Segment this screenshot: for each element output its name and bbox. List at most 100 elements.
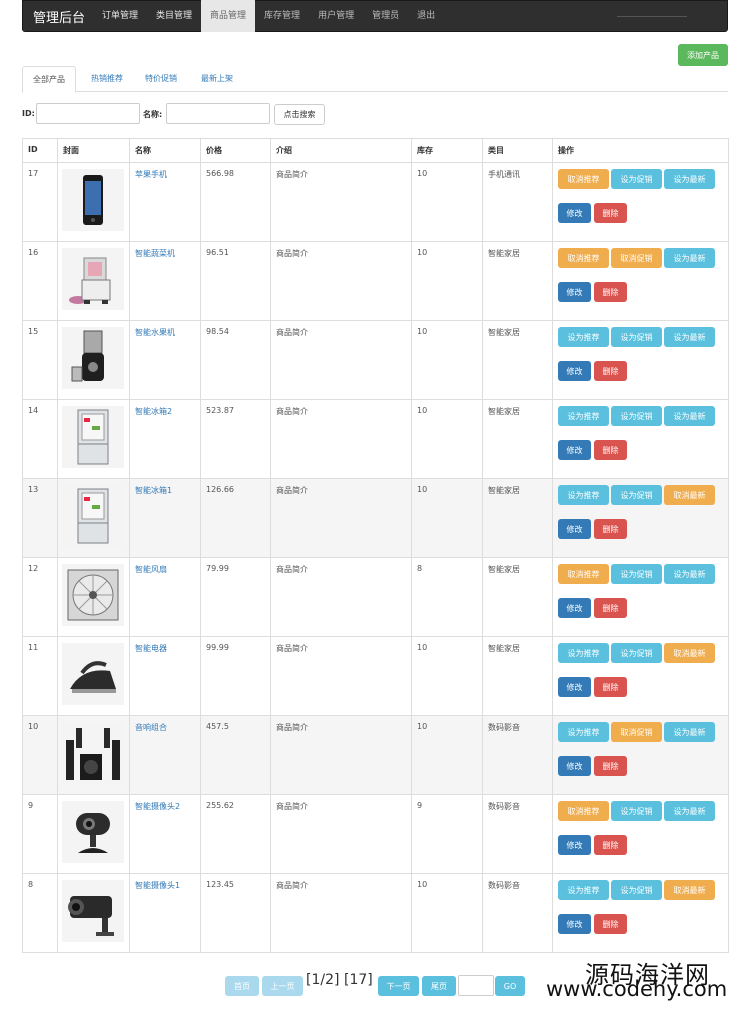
delete-button[interactable]: 删除 [594,677,627,697]
delete-button[interactable]: 删除 [594,361,627,381]
newest-toggle-button[interactable]: 设为最新 [664,801,715,821]
newest-toggle-button[interactable]: 设为最新 [664,406,715,426]
delete-button[interactable]: 删除 [594,756,627,776]
next-page-button[interactable]: 下一页 [378,976,419,996]
newest-toggle-button[interactable]: 设为最新 [664,722,715,742]
nav-item-inventory[interactable]: 库存管理 [255,0,309,32]
edit-button[interactable]: 修改 [558,756,591,776]
cell-intro: 商品简介 [270,478,412,558]
fridge-image [62,485,124,547]
newest-toggle-button[interactable]: 设为最新 [664,327,715,347]
promo-toggle-button[interactable]: 设为促销 [611,801,662,821]
recommend-toggle-button[interactable]: 设为推荐 [558,406,609,426]
delete-button[interactable]: 删除 [594,203,627,223]
last-page-button[interactable]: 尾页 [422,976,456,996]
cell-cover [57,557,130,637]
tab-new-arrivals[interactable]: 最新上架 [190,66,244,92]
go-button[interactable]: GO [495,976,525,996]
recommend-toggle-button[interactable]: 设为推荐 [558,722,609,742]
promo-toggle-button[interactable]: 设为促销 [611,406,662,426]
promo-toggle-button[interactable]: 设为促销 [611,327,662,347]
delete-button[interactable]: 删除 [594,282,627,302]
top-navbar: 管理后台 订单管理 类目管理 商品管理 库存管理 用户管理 管理员 退出 [22,0,728,32]
name-search-label: 名称: [143,110,163,119]
cell-intro: 商品简介 [270,715,412,795]
page-jump-input[interactable] [458,975,494,996]
cell-cover [57,399,130,479]
cell-category: 手机通讯 [482,162,553,242]
delete-button[interactable]: 删除 [594,835,627,855]
newest-toggle-button[interactable]: 取消最新 [664,880,715,900]
table-row: 8 智能摄像头1 123.45 商品简介 10 数码影音 设为推荐 设为促销 取消最新 修改 删除 [22,873,729,953]
delete-button[interactable]: 删除 [594,598,627,618]
nav-item-categories[interactable]: 类目管理 [147,0,201,32]
nav-item-admins[interactable]: 管理员 [363,0,408,32]
search-button[interactable]: 点击搜索 [274,104,325,125]
cell-name: 智能摄像头1 [129,873,201,953]
newest-toggle-button[interactable]: 取消最新 [664,643,715,663]
newest-toggle-button[interactable]: 设为最新 [664,564,715,584]
recommend-toggle-button[interactable]: 取消推荐 [558,248,609,268]
newest-toggle-button[interactable]: 设为最新 [664,248,715,268]
product-name-link[interactable]: 智能风扇 [135,565,167,574]
edit-button[interactable]: 修改 [558,598,591,618]
recommend-toggle-button[interactable]: 设为推荐 [558,880,609,900]
product-name-link[interactable]: 智能水果机 [135,328,175,337]
promo-toggle-button[interactable]: 设为促销 [611,169,662,189]
product-name-link[interactable]: 音响组合 [135,723,167,732]
recommend-toggle-button[interactable]: 取消推荐 [558,169,609,189]
name-search-input[interactable] [166,103,270,124]
recommend-toggle-button[interactable]: 设为推荐 [558,643,609,663]
brand-title[interactable]: 管理后台 [23,7,93,26]
edit-button[interactable]: 修改 [558,835,591,855]
total-count: [17] [344,972,373,988]
tab-all-products[interactable]: 全部产品 [22,66,76,93]
navbar-divider [617,15,687,17]
prev-page-button[interactable]: 上一页 [262,976,303,996]
first-page-button[interactable]: 首页 [225,976,259,996]
id-search-input[interactable] [36,103,140,124]
product-name-link[interactable]: 智能电器 [135,644,167,653]
nav-item-users[interactable]: 用户管理 [309,0,363,32]
delete-button[interactable]: 删除 [594,440,627,460]
recommend-toggle-button[interactable]: 取消推荐 [558,564,609,584]
newest-toggle-button[interactable]: 取消最新 [664,485,715,505]
edit-button[interactable]: 修改 [558,519,591,539]
edit-button[interactable]: 修改 [558,677,591,697]
recommend-toggle-button[interactable]: 取消推荐 [558,801,609,821]
promo-toggle-button[interactable]: 取消促销 [611,248,662,268]
product-name-link[interactable]: 苹果手机 [135,170,167,179]
edit-button[interactable]: 修改 [558,282,591,302]
recommend-toggle-button[interactable]: 设为推荐 [558,485,609,505]
delete-button[interactable]: 删除 [594,914,627,934]
product-name-link[interactable]: 智能冰箱1 [135,486,172,495]
promo-toggle-button[interactable]: 设为促销 [611,564,662,584]
promo-toggle-button[interactable]: 设为促销 [611,485,662,505]
tab-special-promo[interactable]: 特价促销 [134,66,188,92]
nav-item-logout[interactable]: 退出 [408,0,444,32]
product-name-link[interactable]: 智能冰箱2 [135,407,172,416]
tab-hot-recommend[interactable]: 热销推荐 [80,66,134,92]
nav-item-products[interactable]: 商品管理 [201,0,256,32]
cell-actions: 设为推荐 取消促销 设为最新修改 删除 [552,715,729,795]
edit-button[interactable]: 修改 [558,440,591,460]
delete-button[interactable]: 删除 [594,519,627,539]
promo-toggle-button[interactable]: 设为促销 [611,643,662,663]
cell-intro: 商品简介 [270,873,412,953]
edit-button[interactable]: 修改 [558,914,591,934]
edit-button[interactable]: 修改 [558,203,591,223]
cell-id: 8 [22,873,58,953]
promo-toggle-button[interactable]: 设为促销 [611,880,662,900]
edit-button[interactable]: 修改 [558,361,591,381]
recommend-toggle-button[interactable]: 设为推荐 [558,327,609,347]
nav-item-orders[interactable]: 订单管理 [93,0,147,32]
newest-toggle-button[interactable]: 设为最新 [664,169,715,189]
cell-price: 523.87 [200,399,271,479]
cell-id: 15 [22,320,58,400]
promo-toggle-button[interactable]: 取消促销 [611,722,662,742]
add-product-button[interactable]: 添加产品 [678,44,728,66]
product-name-link[interactable]: 智能摄像头1 [135,881,180,890]
cell-name: 音响组合 [129,715,201,795]
product-name-link[interactable]: 智能摄像头2 [135,802,180,811]
product-name-link[interactable]: 智能蔬菜机 [135,249,175,258]
